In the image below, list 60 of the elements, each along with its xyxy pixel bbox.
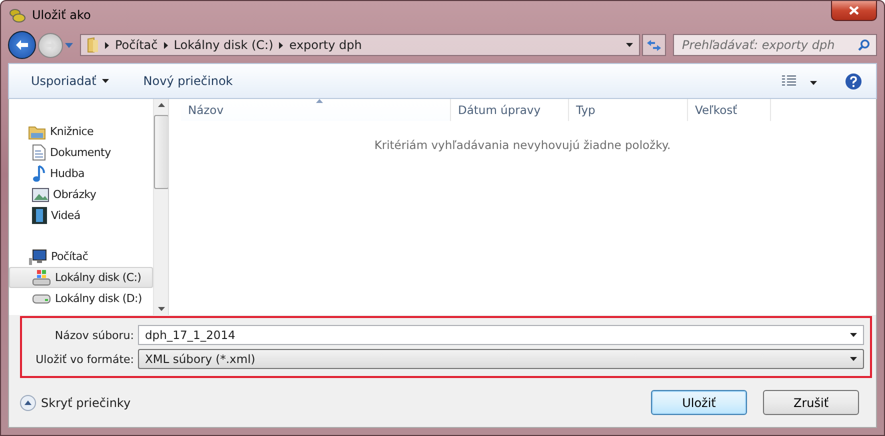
filename-field[interactable]: dph_17_1_2014 bbox=[138, 325, 864, 345]
dropdown-arrow-icon bbox=[626, 43, 633, 47]
help-icon[interactable] bbox=[845, 72, 862, 90]
sidebar-item[interactable]: Obrázky bbox=[9, 184, 153, 205]
format-dropdown[interactable]: XML súbory (*.xml) bbox=[138, 349, 864, 369]
view-list-icon[interactable] bbox=[782, 75, 796, 87]
field-label: Názov súboru: bbox=[54, 328, 134, 342]
chevron-icon bbox=[105, 42, 109, 49]
column-header[interactable]: Dátum úpravy bbox=[451, 99, 569, 121]
sidebar-item[interactable]: Dokumenty bbox=[9, 142, 153, 163]
refresh-arrows-icon bbox=[647, 40, 661, 50]
breadcrumb[interactable]: Počítač bbox=[115, 38, 158, 52]
close-button[interactable] bbox=[831, 1, 877, 21]
coins-icon bbox=[9, 8, 26, 22]
refresh-button[interactable] bbox=[642, 34, 666, 56]
sidebar-item[interactable]: Knižnice bbox=[9, 121, 153, 142]
chevron-icon bbox=[279, 42, 284, 49]
document-icon bbox=[32, 144, 46, 161]
folder-icon bbox=[87, 37, 99, 53]
chevron-icon bbox=[164, 42, 168, 49]
sidebar-item[interactable]: Videá bbox=[9, 205, 153, 226]
scrollbar[interactable] bbox=[153, 99, 168, 315]
column-header[interactable]: Názov bbox=[181, 99, 451, 121]
sidebar-item[interactable]: Lokálny disk (C:) bbox=[9, 267, 153, 288]
breadcrumb[interactable]: Lokálny disk (C:) bbox=[174, 38, 274, 52]
field-label: Uložiť vo formáte: bbox=[34, 352, 134, 366]
drive-icon bbox=[32, 294, 51, 304]
caret-icon bbox=[810, 81, 817, 85]
column-header[interactable]: Typ bbox=[569, 99, 688, 121]
right-arrow-icon bbox=[45, 40, 56, 50]
computer-icon bbox=[28, 248, 47, 264]
hide-folders-toggle[interactable]: Skryť priečinky bbox=[20, 394, 635, 410]
scroll-down-icon[interactable] bbox=[158, 307, 164, 311]
column-header[interactable]: Veľkosť bbox=[688, 99, 771, 121]
close-icon bbox=[849, 6, 859, 15]
sidebar-item[interactable]: Počítač bbox=[9, 246, 153, 267]
sort-arrow-icon bbox=[316, 99, 322, 103]
back-button[interactable] bbox=[8, 31, 36, 59]
dialog-button[interactable]: Zrušiť bbox=[763, 390, 859, 415]
address-bar[interactable]: Počítač Lokálny disk (C:) exporty dph bbox=[80, 34, 640, 56]
dialog-button[interactable]: Uložiť bbox=[651, 390, 747, 415]
search-icon bbox=[858, 39, 870, 51]
window-title: Uložiť ako bbox=[32, 8, 92, 22]
breadcrumb[interactable]: exporty dph bbox=[289, 38, 362, 52]
folder-icon bbox=[28, 124, 46, 140]
picture-icon bbox=[32, 188, 49, 202]
left-arrow-icon bbox=[16, 40, 28, 50]
music-note-icon bbox=[32, 164, 46, 182]
scroll-up-icon[interactable] bbox=[158, 103, 164, 107]
sidebar-item[interactable]: Lokálny disk (D:) bbox=[9, 288, 153, 309]
empty-message: Kritériám vyhľadávania nevyhovujú žiadne položky. bbox=[373, 138, 672, 152]
toolbar-button[interactable]: Nový priečinok bbox=[135, 70, 241, 92]
sidebar-item[interactable]: Hudba bbox=[9, 163, 153, 184]
dropdown-arrow-icon bbox=[850, 333, 857, 337]
dropdown-arrow-icon bbox=[850, 357, 857, 361]
film-icon bbox=[32, 207, 47, 224]
search-field[interactable]: Prehľadávať: exporty dph bbox=[673, 34, 877, 56]
toolbar-button[interactable]: Usporiadať bbox=[23, 70, 118, 92]
caret-icon bbox=[102, 79, 110, 83]
drive-icon bbox=[32, 269, 51, 286]
